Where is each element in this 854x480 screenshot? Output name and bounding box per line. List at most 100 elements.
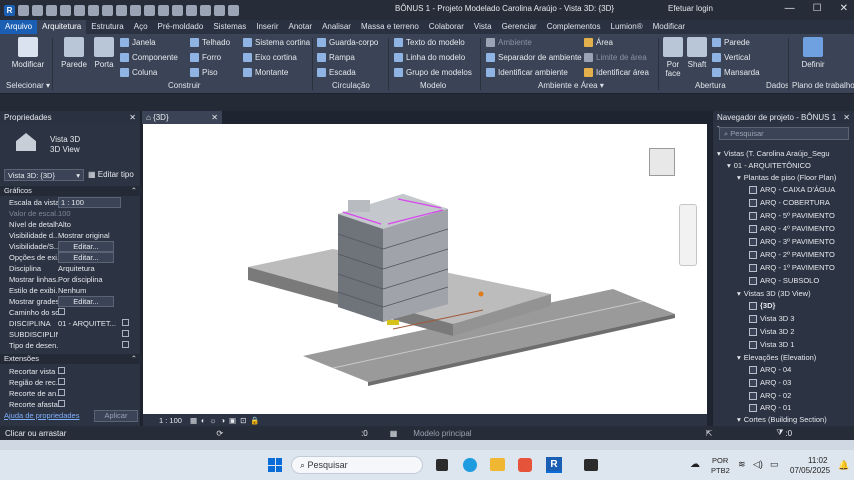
prop-value[interactable]: Por disciplina: [58, 275, 141, 284]
tree-item-view[interactable]: Vista 3D 2: [749, 326, 794, 337]
tab-vista[interactable]: Vista: [469, 20, 497, 34]
texto-modelo-button[interactable]: Texto do modelo: [394, 38, 465, 47]
mansarda-button[interactable]: Mansarda: [712, 68, 760, 77]
view-scale[interactable]: 1 : 100: [159, 416, 182, 425]
definir-button[interactable]: Definir: [796, 37, 830, 69]
montante-button[interactable]: Montante: [243, 68, 288, 77]
worksharing-icon[interactable]: ⟳: [216, 429, 223, 438]
undo-icon[interactable]: [74, 4, 85, 16]
por-face-button[interactable]: Por face: [661, 37, 685, 78]
close-icon[interactable]: ✕: [211, 113, 218, 122]
close-hidden-icon[interactable]: [214, 4, 225, 16]
home-icon[interactable]: [18, 4, 29, 16]
lock-icon[interactable]: 🔒: [250, 416, 259, 425]
tree-item-view[interactable]: ARQ - CAIXA D'ÁGUA: [749, 184, 835, 195]
annotation-crop-checkbox[interactable]: [58, 389, 65, 396]
redo-icon[interactable]: [88, 4, 99, 16]
task-view-icon[interactable]: [436, 459, 448, 471]
scale-input[interactable]: 1 : 100: [58, 197, 121, 208]
weather-icon[interactable]: ☁: [690, 459, 700, 470]
modificar-button[interactable]: Modificar: [8, 37, 48, 69]
piso-button[interactable]: Piso: [190, 68, 218, 77]
parede-abertura-button[interactable]: Parede: [712, 38, 750, 47]
identificar-area-button[interactable]: Identificar área: [584, 68, 649, 77]
sync-icon[interactable]: [60, 4, 71, 16]
tab-massa-terreno[interactable]: Massa e terreno: [356, 20, 424, 34]
filter-icon[interactable]: ⧩: [776, 428, 783, 438]
maximize-button[interactable]: ☐: [813, 3, 822, 14]
crop-region-checkbox[interactable]: [58, 378, 65, 385]
drawing-type-checkbox[interactable]: [122, 341, 129, 348]
tree-item-elevations[interactable]: ▾ Elevações (Elevation): [737, 352, 816, 363]
edit-button[interactable]: Editar...: [58, 296, 114, 307]
tree-item-view[interactable]: ARQ - 1º PAVIMENTO: [749, 262, 835, 273]
subdiscipline-checkbox[interactable]: [122, 330, 129, 337]
tab-arquitetura[interactable]: Arquitetura: [37, 20, 87, 34]
switch-windows-icon[interactable]: [228, 4, 239, 16]
minimize-button[interactable]: —: [785, 3, 795, 14]
login-button[interactable]: Efetuar login: [668, 4, 713, 13]
tree-item-views[interactable]: ▾ Vistas (T. Carolina Araújo_Segu: [717, 148, 830, 159]
grupo-modelos-button[interactable]: Grupo de modelos: [394, 68, 472, 77]
prop-value[interactable]: 01 - ARQUITET...: [58, 319, 116, 328]
render-icon[interactable]: ▣: [229, 416, 236, 425]
tab-arquivo[interactable]: Arquivo: [0, 20, 38, 34]
revit-logo-icon[interactable]: R: [4, 4, 15, 16]
apply-button[interactable]: Aplicar: [94, 410, 138, 422]
shadows-icon[interactable]: ◑: [220, 416, 225, 425]
tab-analisar[interactable]: Analisar: [317, 20, 356, 34]
discipline-checkbox[interactable]: [122, 319, 129, 326]
clock-date[interactable]: 07/05/2025: [790, 466, 830, 475]
navigation-bar[interactable]: [679, 204, 697, 266]
tab-colaborar[interactable]: Colaborar: [424, 20, 469, 34]
battery-icon[interactable]: ▭: [770, 459, 779, 470]
tag-icon[interactable]: [144, 4, 155, 16]
prop-value[interactable]: Nenhum: [58, 286, 141, 295]
visual-style-icon[interactable]: ◐: [201, 416, 206, 425]
close-icon[interactable]: ✕: [129, 113, 136, 122]
porta-button[interactable]: Porta: [91, 37, 117, 69]
brave-icon[interactable]: [518, 458, 532, 472]
tree-item-view[interactable]: ARQ - 02: [749, 390, 791, 401]
tree-item-3d-views[interactable]: ▾ Vistas 3D (3D View): [737, 288, 811, 299]
thin-lines-icon[interactable]: [200, 4, 211, 16]
tree-item-view[interactable]: ARQ - COBERTURA: [749, 197, 830, 208]
clock-time[interactable]: 11:02: [808, 456, 827, 465]
eixo-cortina-button[interactable]: Eixo cortina: [243, 53, 297, 62]
browser-search-input[interactable]: ⌕ Pesquisar: [719, 127, 849, 140]
properties-help-link[interactable]: Ajuda de propriedades: [4, 411, 79, 420]
sun-path-icon[interactable]: ☼: [210, 416, 217, 425]
componente-button[interactable]: Componente: [120, 53, 178, 62]
prop-value[interactable]: Alto: [58, 220, 141, 229]
far-clip-checkbox[interactable]: [58, 400, 65, 407]
tree-item-view[interactable]: ARQ - SUBSOLO: [749, 275, 819, 286]
vertical-button[interactable]: Vertical: [712, 53, 750, 62]
tree-item-view[interactable]: ARQ - 03: [749, 377, 791, 388]
tree-item-view[interactable]: ARQ - 01: [749, 402, 791, 413]
tree-item-view[interactable]: Vista 3D 3: [749, 313, 794, 324]
escada-button[interactable]: Escada: [317, 68, 356, 77]
measure-icon[interactable]: [116, 4, 127, 16]
tree-item-folder[interactable]: ▾ 01 - ARQUITETÔNICO: [727, 160, 811, 171]
tree-item-view[interactable]: ARQ - 2º PAVIMENTO: [749, 249, 835, 260]
3d-view-icon[interactable]: [172, 4, 183, 16]
3d-viewport[interactable]: [143, 124, 707, 414]
section-graficos[interactable]: Gráficos ⌃: [0, 186, 141, 196]
tab-inserir[interactable]: Inserir: [251, 20, 283, 34]
tree-item-floor-plans[interactable]: ▾ Plantas de piso (Floor Plan): [737, 172, 836, 183]
view-type-selector[interactable]: Vista 3D: {3D} ▾: [4, 169, 84, 181]
tab-anotar[interactable]: Anotar: [283, 20, 317, 34]
open-icon[interactable]: [32, 4, 43, 16]
tab-estrutura[interactable]: Estrutura: [86, 20, 128, 34]
notifications-icon[interactable]: 🔔: [838, 460, 849, 471]
print-icon[interactable]: [102, 4, 113, 16]
coluna-button[interactable]: Coluna: [120, 68, 157, 77]
tab-complementos[interactable]: Complementos: [542, 20, 606, 34]
taskbar-search[interactable]: ⌕ Pesquisar: [291, 456, 423, 474]
windows-start-icon[interactable]: [268, 458, 282, 472]
crop-view-checkbox[interactable]: [58, 367, 65, 374]
tree-item-sections[interactable]: ▾ Cortes (Building Section): [737, 414, 827, 425]
view-tab[interactable]: ⌂ {3D} ✕: [142, 111, 222, 124]
prop-value[interactable]: Arquitetura: [58, 264, 141, 273]
select-links-icon[interactable]: ⇱: [706, 429, 713, 438]
